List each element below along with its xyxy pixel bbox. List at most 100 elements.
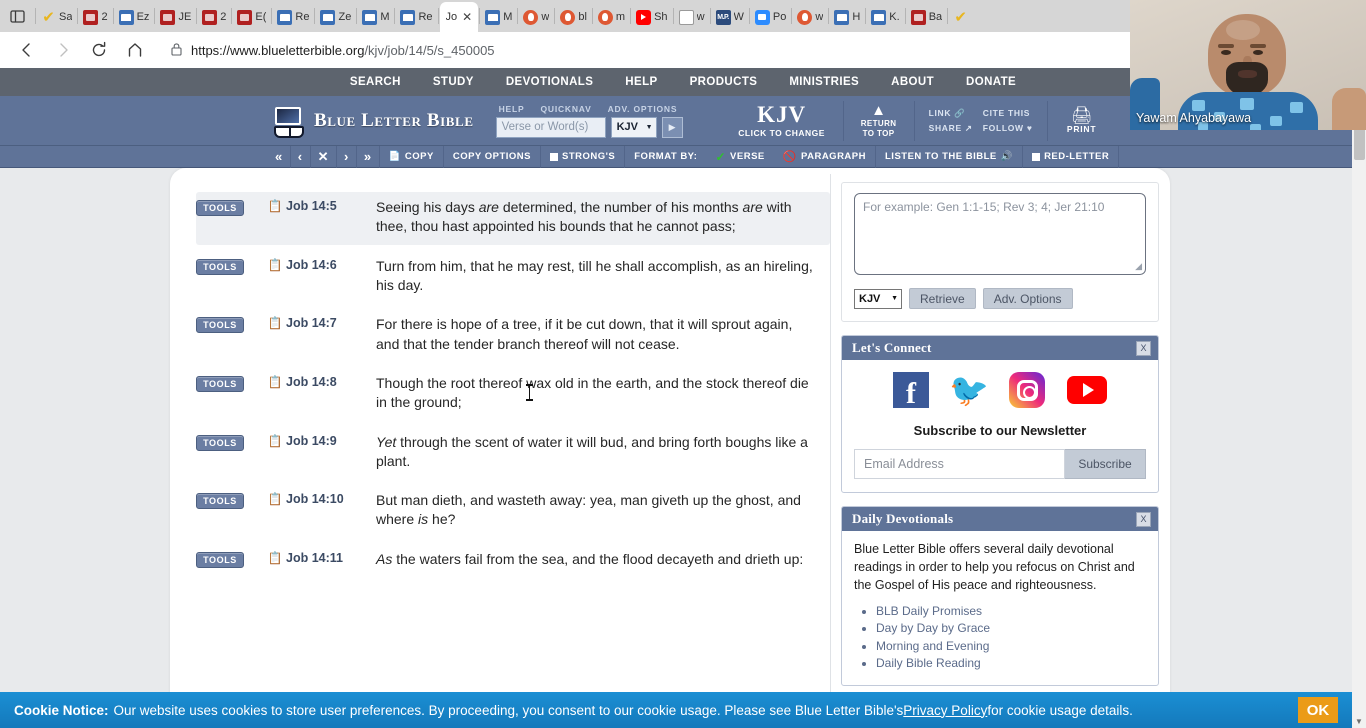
header-search-input[interactable]: Verse or Word(s): [495, 116, 606, 138]
verse-tools-button[interactable]: TOOLS: [196, 200, 244, 216]
site-nav-ministries[interactable]: MINISTRIES: [789, 76, 859, 88]
browser-tab[interactable]: Ba: [907, 2, 946, 32]
instagram-icon[interactable]: [1009, 372, 1045, 408]
header-go-button[interactable]: ▶: [661, 116, 683, 138]
verse-reference[interactable]: Job 14:9: [286, 434, 376, 448]
browser-tab[interactable]: bl: [556, 2, 591, 32]
strongs-toggle[interactable]: STRONG'S: [541, 145, 626, 168]
devotional-link[interactable]: Day by Day by Grace: [876, 620, 1146, 636]
close-icon[interactable]: X: [1136, 511, 1151, 527]
header-link-quicknav[interactable]: QUICKNAV: [540, 104, 591, 114]
verse-tools-button[interactable]: TOOLS: [196, 317, 244, 334]
browser-tab[interactable]: w: [675, 2, 709, 32]
listen-to-bible-button[interactable]: LISTEN TO THE BIBLE 🔊: [876, 145, 1024, 168]
browser-tab[interactable]: Re: [396, 2, 436, 32]
back-arrow-icon[interactable]: [10, 35, 44, 65]
verse-reference[interactable]: Job 14:6: [286, 258, 376, 272]
browser-tab[interactable]: Ez: [115, 2, 154, 32]
browser-tab[interactable]: K.: [867, 2, 903, 32]
prev-chapter-button[interactable]: ‹: [291, 145, 311, 168]
browser-tab[interactable]: E(: [233, 2, 270, 32]
retrieve-button[interactable]: Retrieve: [909, 288, 976, 309]
privacy-policy-link[interactable]: Privacy Policy: [903, 703, 987, 718]
site-nav-products[interactable]: PRODUCTS: [690, 76, 758, 88]
header-link-help[interactable]: HELP: [499, 104, 525, 114]
browser-tab[interactable]: Re: [273, 2, 313, 32]
browser-tab[interactable]: Po: [751, 2, 790, 32]
browser-tab[interactable]: M.P. W: [712, 2, 748, 32]
verse-reference[interactable]: Job 14:8: [286, 375, 376, 389]
site-nav-donate[interactable]: DONATE: [966, 76, 1016, 88]
youtube-icon[interactable]: [1067, 376, 1107, 404]
verse-tools-button[interactable]: TOOLS: [196, 551, 244, 568]
first-chapter-button[interactable]: «: [268, 145, 291, 168]
browser-tab[interactable]: ✔ Sa: [37, 2, 76, 32]
browser-tab[interactable]: M: [481, 2, 516, 32]
header-version-select[interactable]: KJV ▼: [610, 116, 657, 138]
last-chapter-button[interactable]: »: [357, 145, 380, 168]
copy-button[interactable]: 📄 COPY: [380, 145, 444, 168]
verse-search-textarea[interactable]: For example: Gen 1:1-15; Rev 3; 4; Jer 2…: [854, 193, 1146, 275]
devotional-link[interactable]: Daily Bible Reading: [876, 655, 1146, 671]
verse-reference[interactable]: Job 14:5: [286, 199, 376, 213]
red-letter-toggle[interactable]: RED-LETTER: [1023, 145, 1120, 168]
next-chapter-button[interactable]: ›: [337, 145, 357, 168]
copy-verse-icon[interactable]: 📋: [264, 375, 286, 389]
adv-options-button[interactable]: Adv. Options: [982, 288, 1073, 309]
twitter-icon[interactable]: 🐦: [949, 372, 989, 408]
site-nav-about[interactable]: ABOUT: [891, 76, 934, 88]
devotional-link[interactable]: BLB Daily Promises: [876, 603, 1146, 619]
browser-tab[interactable]: m: [594, 2, 629, 32]
format-paragraph-option[interactable]: 🚫 PARAGRAPH: [774, 145, 876, 168]
verse-tools-button[interactable]: TOOLS: [196, 434, 244, 451]
site-nav-search[interactable]: SEARCH: [350, 76, 401, 88]
browser-tab[interactable]: Jo ✕: [439, 2, 479, 32]
browser-tab[interactable]: w: [519, 2, 553, 32]
verse-tools-button[interactable]: TOOLS: [196, 493, 244, 510]
email-input[interactable]: Email Address: [854, 449, 1065, 479]
browser-tab[interactable]: M: [358, 2, 393, 32]
cite-action[interactable]: CITE THIS: [983, 108, 1033, 119]
retrieve-version-select[interactable]: KJV ▼: [854, 288, 902, 309]
copy-verse-icon[interactable]: 📋: [264, 316, 286, 330]
browser-tab[interactable]: ✔: [949, 2, 975, 32]
browser-tab[interactable]: Ze: [316, 2, 355, 32]
devotional-link[interactable]: Morning and Evening: [876, 638, 1146, 654]
share-action[interactable]: SHARE ↗: [929, 123, 973, 134]
copy-verse-icon[interactable]: 📋: [264, 492, 286, 506]
reload-icon[interactable]: [82, 35, 116, 65]
browser-tab[interactable]: 2: [79, 2, 111, 32]
site-nav-help[interactable]: HELP: [625, 76, 657, 88]
browser-tab[interactable]: 2: [198, 2, 230, 32]
link-action[interactable]: LINK 🔗: [929, 108, 973, 119]
cookie-ok-button[interactable]: OK: [1298, 697, 1338, 723]
jump-down-button[interactable]: ✕: [311, 145, 337, 168]
browser-tab[interactable]: w: [793, 2, 827, 32]
browser-tab[interactable]: H: [830, 2, 864, 32]
copy-verse-icon[interactable]: 📋: [264, 551, 286, 565]
return-to-top-button[interactable]: ▲ RETURN TO TOP: [850, 103, 908, 137]
resize-grip-icon[interactable]: ◢: [1135, 261, 1142, 272]
subscribe-button[interactable]: Subscribe: [1065, 449, 1146, 479]
copy-verse-icon[interactable]: 📋: [264, 434, 286, 448]
verse-reference[interactable]: Job 14:11: [286, 551, 376, 565]
verse-tools-button[interactable]: TOOLS: [196, 258, 244, 275]
header-link-adv-options[interactable]: ADV. OPTIONS: [608, 104, 678, 114]
browser-tab[interactable]: Sh: [632, 2, 671, 32]
follow-action[interactable]: FOLLOW ♥: [983, 123, 1033, 134]
format-verse-option[interactable]: ✓ VERSE: [706, 146, 773, 168]
current-version-badge[interactable]: KJV CLICK TO CHANGE: [727, 103, 837, 138]
print-button[interactable]: 🖨 PRINT: [1054, 107, 1110, 134]
scroll-down-arrow-icon[interactable]: ▼: [1352, 714, 1366, 728]
site-nav-study[interactable]: STUDY: [433, 76, 474, 88]
close-icon[interactable]: X: [1136, 340, 1151, 356]
copy-options-button[interactable]: COPY OPTIONS: [444, 145, 541, 168]
site-nav-devotionals[interactable]: DEVOTIONALS: [506, 76, 593, 88]
facebook-icon[interactable]: f: [893, 372, 929, 408]
tab-search-button[interactable]: [0, 0, 34, 32]
home-icon[interactable]: [118, 35, 152, 65]
copy-verse-icon[interactable]: 📋: [264, 258, 286, 272]
copy-verse-icon[interactable]: 📋: [264, 199, 286, 213]
page-scrollbar[interactable]: ▲ ▼: [1352, 68, 1366, 728]
verse-reference[interactable]: Job 14:7: [286, 316, 376, 330]
